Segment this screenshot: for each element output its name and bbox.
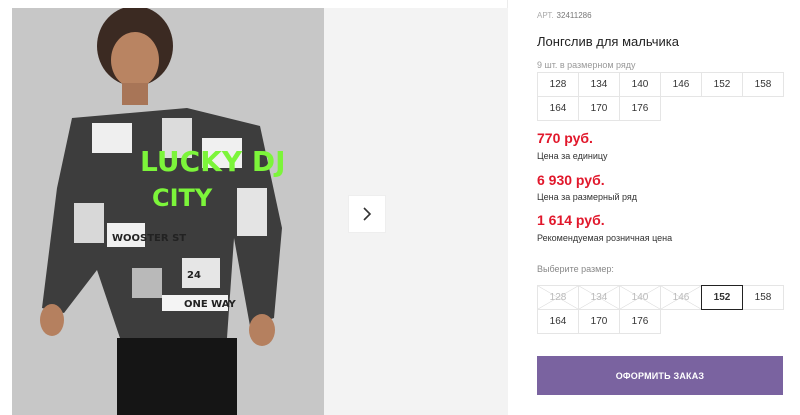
product-photo-illustration: LUCKY DJ CITY WOOSTER ST ONE WAY 24: [12, 8, 324, 415]
unit-price-label: Цена за единицу: [537, 151, 608, 161]
size-option-164[interactable]: 164: [537, 309, 579, 334]
shirt-print-text: CITY: [152, 184, 213, 212]
retail-price: 1 614 руб.: [537, 212, 605, 228]
product-gallery: LUCKY DJ CITY WOOSTER ST ONE WAY 24: [0, 0, 508, 415]
shirt-print-text: ONE WAY: [184, 299, 237, 310]
size-option-146: 146: [660, 285, 702, 310]
product-photo[interactable]: LUCKY DJ CITY WOOSTER ST ONE WAY 24: [12, 8, 324, 415]
size-row-cell: 134: [578, 72, 620, 97]
shirt-print-text: LUCKY DJ: [140, 145, 286, 178]
row-price-label: Цена за размерный ряд: [537, 192, 638, 202]
chevron-right-icon: [363, 207, 372, 221]
size-option-140: 140: [619, 285, 661, 310]
size-row-cell: 152: [701, 72, 743, 97]
size-row-cell: 170: [578, 96, 620, 121]
shirt-print-text: 24: [187, 270, 201, 281]
product-title: Лонгслив для мальчика: [537, 34, 679, 49]
checkout-button[interactable]: ОФОРМИТЬ ЗАКАЗ: [537, 356, 783, 395]
unit-price: 770 руб.: [537, 130, 593, 146]
size-row-cell: 128: [537, 72, 579, 97]
size-row-cell: 176: [619, 96, 661, 121]
next-photo-button[interactable]: [348, 195, 386, 233]
row-price: 6 930 руб.: [537, 172, 605, 188]
size-row-cell: 140: [619, 72, 661, 97]
size-selector: 128 134 140 146 152 158 164 170 176: [537, 285, 784, 334]
sku-label: АРТ.: [537, 11, 554, 20]
shirt-print-text: WOOSTER ST: [112, 233, 186, 244]
product-info: АРТ. 32411286 Лонгслив для мальчика 9 шт.…: [508, 0, 800, 415]
size-row-note: 9 шт. в размерном ряду: [537, 60, 636, 70]
size-option-128: 128: [537, 285, 579, 310]
size-option-170[interactable]: 170: [578, 309, 620, 334]
size-option-176[interactable]: 176: [619, 309, 661, 334]
size-select-label: Выберите размер:: [537, 264, 614, 274]
size-option-152[interactable]: 152: [701, 285, 743, 310]
size-row-cell: 158: [742, 72, 784, 97]
sku: АРТ. 32411286: [537, 11, 592, 20]
sku-value: 32411286: [556, 11, 592, 20]
size-option-158[interactable]: 158: [742, 285, 784, 310]
size-row-grid: 128 134 140 146 152 158 164 170 176: [537, 72, 784, 121]
size-option-134: 134: [578, 285, 620, 310]
retail-price-label: Рекомендуемая розничная цена: [537, 233, 673, 243]
size-row-cell: 146: [660, 72, 702, 97]
size-row-cell: 164: [537, 96, 579, 121]
